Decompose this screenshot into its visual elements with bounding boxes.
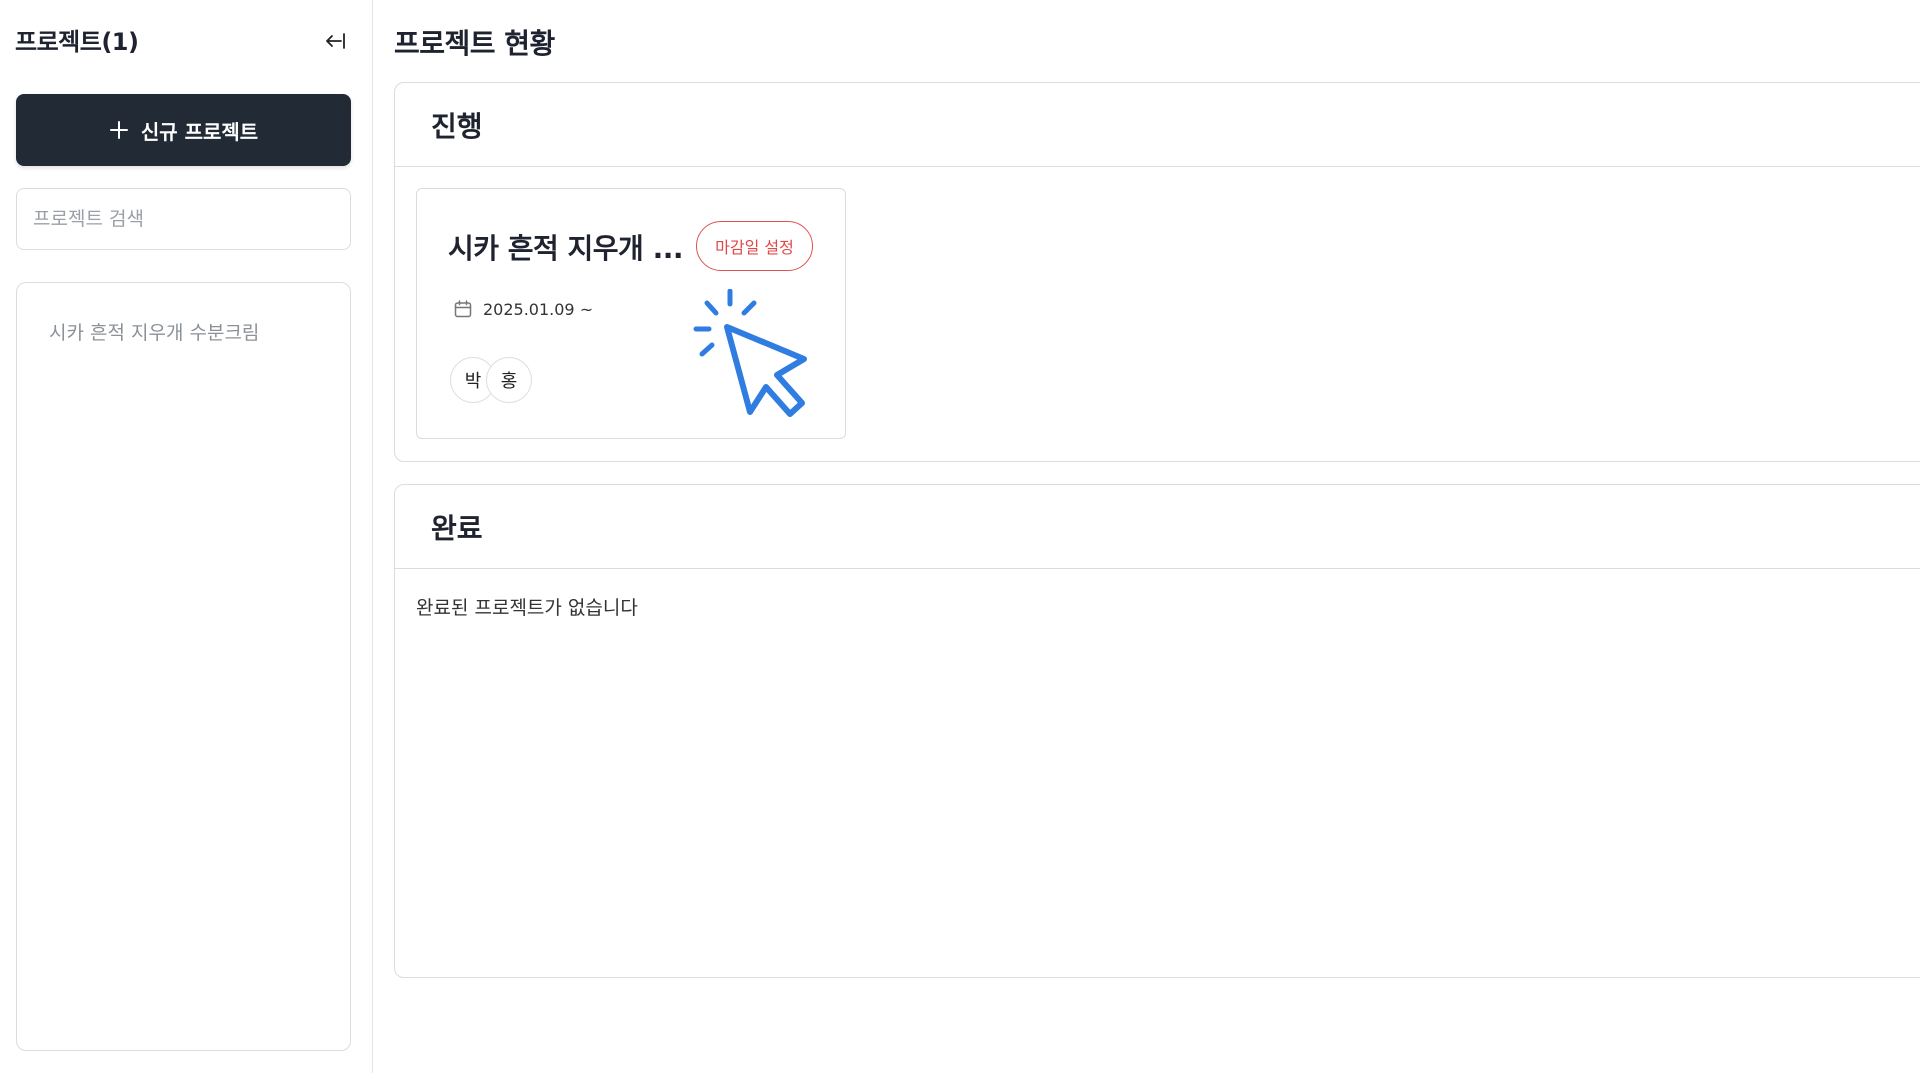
- main-content: 프로젝트 현황 진행 시카 흔적 지우개 ... 마감일 설정 2025.01.…: [374, 0, 1920, 1080]
- project-date-text: 2025.01.09 ~: [483, 299, 594, 319]
- completed-section: 완료 완료된 프로젝트가 없습니다: [394, 484, 1920, 978]
- calendar-icon: [454, 300, 472, 318]
- new-project-button[interactable]: 신규 프로젝트: [16, 94, 351, 166]
- in-progress-heading: 진행: [395, 83, 1920, 167]
- project-date-range: 2025.01.09 ~: [453, 299, 593, 319]
- new-project-button-label: 신규 프로젝트: [140, 119, 259, 144]
- collapse-left-icon: [326, 33, 345, 49]
- sidebar: 프로젝트(1) 신규 프로젝트 시카 흔적 지우개 수분크림: [0, 0, 373, 1073]
- project-list-item[interactable]: 시카 흔적 지우개 수분크림: [49, 318, 259, 345]
- page-title: 프로젝트 현황: [394, 27, 555, 60]
- set-deadline-button[interactable]: 마감일 설정: [696, 221, 813, 271]
- member-avatars: 박 홍: [450, 357, 532, 403]
- click-cursor-icon: [693, 289, 807, 417]
- project-list: 시카 흔적 지우개 수분크림: [16, 282, 351, 1051]
- sidebar-title: 프로젝트(1): [15, 28, 139, 56]
- completed-heading: 완료: [395, 485, 1920, 569]
- completed-empty-message: 완료된 프로젝트가 없습니다: [416, 597, 638, 619]
- in-progress-section: 진행 시카 흔적 지우개 ... 마감일 설정 2025.01.09 ~ 박 홍: [394, 82, 1920, 462]
- project-search-box: [16, 188, 351, 250]
- collapse-sidebar-button[interactable]: [320, 26, 350, 56]
- plus-icon: [109, 121, 128, 139]
- project-search-input[interactable]: [17, 189, 350, 249]
- app-root: 프로젝트(1) 신규 프로젝트 시카 흔적 지우개 수분크림 프로젝트 현황 진…: [0, 0, 1920, 1080]
- project-card-title: 시카 흔적 지우개 ...: [448, 232, 683, 265]
- avatar[interactable]: 홍: [486, 357, 532, 403]
- project-card[interactable]: 시카 흔적 지우개 ... 마감일 설정 2025.01.09 ~ 박 홍: [416, 188, 846, 439]
